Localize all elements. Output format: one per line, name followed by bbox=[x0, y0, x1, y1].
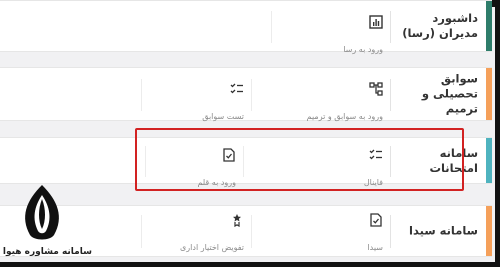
sitemap-icon bbox=[253, 82, 383, 96]
action-label: تفویض اختیار اداری bbox=[180, 243, 244, 252]
card-title: سوابق تحصیلی و ترمیم bbox=[421, 71, 478, 116]
action-label: سیدا bbox=[367, 243, 383, 252]
column-divider bbox=[251, 215, 252, 248]
column-divider bbox=[141, 215, 142, 248]
action-label: تست سوابق bbox=[202, 112, 244, 121]
document-check-icon bbox=[253, 213, 383, 227]
medal-icon bbox=[114, 213, 244, 227]
card-accent bbox=[486, 1, 492, 51]
action-test-records[interactable]: تست سوابق bbox=[114, 82, 244, 123]
column-divider bbox=[141, 79, 142, 111]
card-accent bbox=[486, 206, 492, 256]
card-accent bbox=[486, 138, 492, 183]
card-title: داشبورد مدیران (رسا) bbox=[402, 11, 478, 40]
card-dashboard: داشبورد مدیران (رسا) ورود به رسا bbox=[0, 0, 492, 54]
page: { "colors": { "accent_green": "#2e7d6b",… bbox=[0, 0, 500, 267]
card-accent bbox=[486, 68, 492, 120]
title-divider bbox=[390, 215, 391, 248]
column-divider bbox=[251, 79, 252, 111]
card-title: سامانه سیدا bbox=[409, 223, 478, 238]
action-sida[interactable]: سیدا bbox=[253, 213, 383, 254]
title-divider bbox=[390, 11, 391, 43]
bar-chart-icon bbox=[253, 15, 383, 29]
action-enter-records[interactable]: ورود به سوابق و ترمیم bbox=[253, 82, 383, 123]
frame-right bbox=[495, 0, 500, 267]
action-delegation[interactable]: تفویض اختیار اداری bbox=[114, 213, 244, 254]
logo-caption: سامانه مشاوره هیوا bbox=[2, 247, 92, 257]
hiva-logo-mark bbox=[25, 185, 59, 240]
checklist-icon bbox=[114, 82, 244, 96]
title-divider bbox=[390, 79, 391, 111]
card-academic-records: سوابق تحصیلی و ترمیم ورود به سوابق و ترم… bbox=[0, 67, 492, 121]
action-enter-rasa[interactable]: ورود به رسا bbox=[253, 15, 383, 56]
action-label: ورود به رسا bbox=[343, 45, 383, 54]
frame-bottom bbox=[0, 262, 500, 267]
highlight-box bbox=[135, 128, 464, 191]
action-label: ورود به سوابق و ترمیم bbox=[306, 112, 383, 121]
column-divider bbox=[271, 11, 272, 43]
